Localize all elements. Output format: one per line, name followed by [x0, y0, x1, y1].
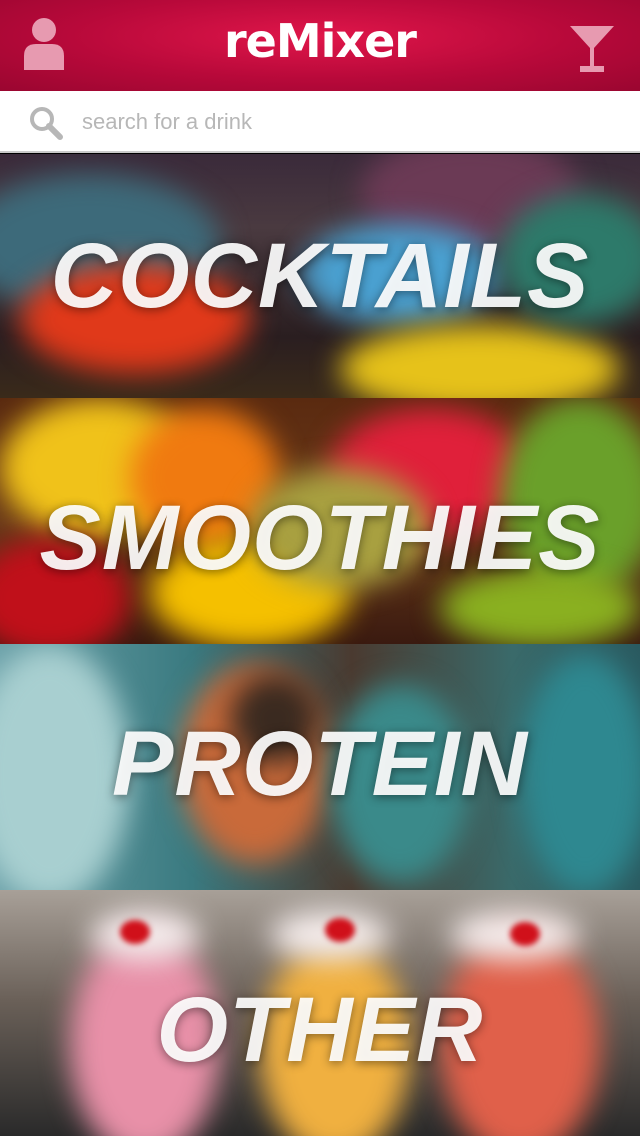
category-label-protein: PROTEIN — [112, 713, 528, 815]
app-title: reMixer — [224, 14, 417, 68]
category-label-smoothies: SMOOTHIES — [39, 487, 601, 589]
category-other[interactable]: OTHER — [0, 890, 640, 1136]
category-protein[interactable]: PROTEIN — [0, 644, 640, 890]
search-icon — [30, 107, 63, 140]
search-input[interactable] — [82, 103, 602, 141]
cocktail-glass-icon[interactable] — [568, 24, 616, 74]
app-header: reMixer — [0, 0, 640, 91]
category-cocktails[interactable]: COCKTAILS — [0, 154, 640, 398]
category-smoothies[interactable]: SMOOTHIES — [0, 398, 640, 644]
search-bar — [0, 91, 640, 153]
category-label-cocktails: COCKTAILS — [50, 225, 590, 327]
category-label-other: OTHER — [156, 979, 484, 1081]
